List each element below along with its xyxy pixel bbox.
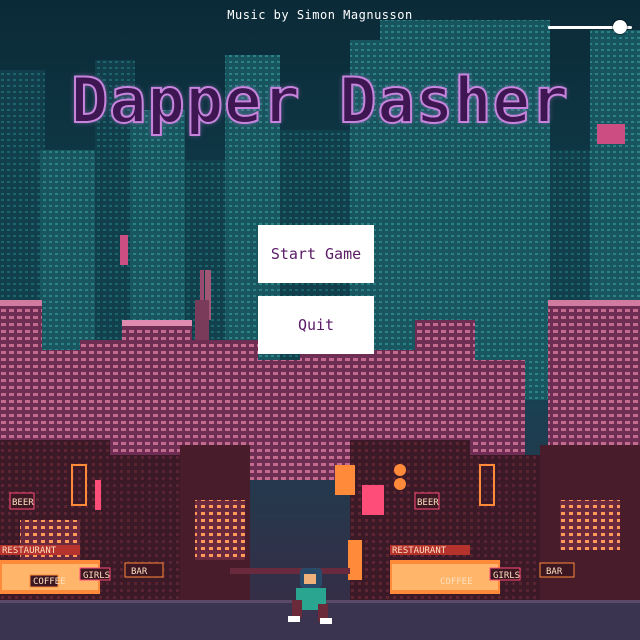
beer-sign-left: BEER xyxy=(12,498,34,508)
restaurant-sign-right: RESTAURANT xyxy=(392,546,447,556)
beer-sign-right: BEER xyxy=(417,498,439,508)
street-right xyxy=(335,440,640,610)
coffee-sign-left: COFFEE xyxy=(33,577,66,587)
game-title: Dapper Dasher xyxy=(70,63,570,138)
girls-sign-left: GIRLS xyxy=(83,571,110,581)
bar-sign-right: BAR xyxy=(546,567,563,577)
start-game-button[interactable]: Start Game xyxy=(258,225,374,283)
girls-sign-right: GIRLS xyxy=(493,571,520,581)
restaurant-sign-left: RESTAURANT xyxy=(2,546,57,556)
bar-sign-left: BAR xyxy=(131,567,148,577)
volume-thumb[interactable] xyxy=(613,20,627,34)
coffee-sign-right: COFFEE xyxy=(440,577,473,587)
volume-slider[interactable] xyxy=(548,18,640,38)
volume-fill xyxy=(548,26,620,29)
music-credit: Music by Simon Magnusson xyxy=(227,8,413,22)
quit-button[interactable]: Quit xyxy=(258,296,374,354)
